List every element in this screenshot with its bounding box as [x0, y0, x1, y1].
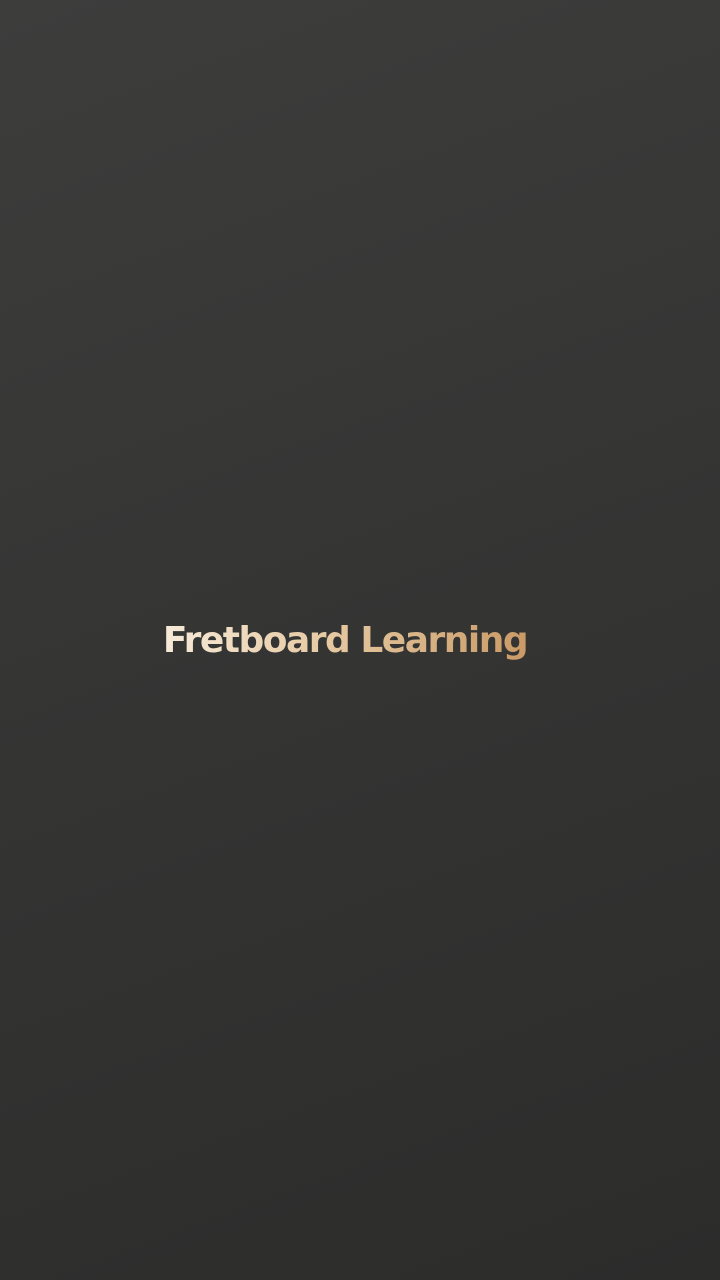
- app-logo: Fretboard Learning: [0, 612, 720, 668]
- splash-screen: Fretboard Learning: [0, 0, 720, 1280]
- app-logo-text: Fretboard Learning: [162, 619, 529, 661]
